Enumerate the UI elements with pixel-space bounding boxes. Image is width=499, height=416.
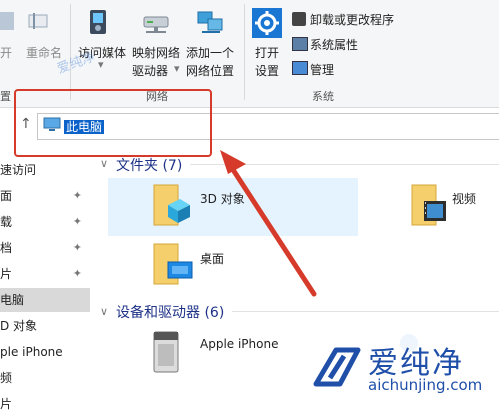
uninstall-icon [292, 12, 306, 26]
open-settings-line2[interactable]: 设置 [255, 62, 279, 79]
watermark-logo-icon [313, 347, 361, 387]
sidebar-item[interactable]: 片 [0, 392, 90, 416]
sidebar-item-label: 档 [0, 241, 13, 255]
open-button[interactable]: 开 [0, 44, 12, 61]
system-properties-button[interactable]: 系统属性 [310, 36, 358, 53]
uninstall-programs-button[interactable]: 卸载或更改程序 [310, 11, 394, 28]
item-videos[interactable]: 视频 [452, 190, 476, 207]
folder-3d-objects-icon [150, 183, 192, 229]
sidebar-item[interactable]: 电脑 [0, 288, 90, 312]
sidebar-item[interactable]: 面 ✦ [0, 184, 90, 208]
item-apple-iphone[interactable]: Apple iPhone [200, 337, 278, 351]
sidebar-item[interactable]: ple iPhone [0, 340, 90, 364]
sidebar-item-label: 电脑 [0, 293, 25, 307]
collapse-chevron-icon[interactable]: ∨ [100, 305, 108, 318]
watermark-logo: 爱纯净 aichunjing.com [302, 334, 497, 398]
folder-desktop-icon [150, 242, 194, 286]
sidebar-item[interactable]: 档 ✦ [0, 236, 90, 260]
map-drive-line2[interactable]: 驱动器 [132, 62, 168, 79]
pin-icon[interactable]: ✦ [73, 210, 82, 234]
pin-icon[interactable]: ✦ [73, 236, 82, 260]
sidebar-item[interactable]: 速访问 [0, 158, 90, 182]
sidebar-item-label: 速访问 [0, 163, 37, 177]
sidebar-item-label: 载 [0, 215, 13, 229]
manage-icon [292, 61, 308, 75]
system-properties-icon [292, 37, 308, 51]
group-label-system: 系统 [312, 90, 334, 103]
sidebar-item[interactable]: 频 [0, 366, 90, 390]
network-location-icon [196, 10, 226, 36]
sidebar-item-label: 片 [0, 267, 13, 281]
watermark-logo-url: aichunjing.com [368, 376, 483, 394]
annotation-arrow [220, 150, 317, 297]
sidebar-item[interactable]: 片 ✦ [0, 262, 90, 286]
open-icon [0, 12, 14, 30]
open-settings-line1[interactable]: 打开 [255, 44, 279, 61]
sidebar-item-label: 频 [0, 371, 13, 385]
highlight-box [14, 89, 212, 157]
rename-icon [28, 12, 50, 30]
folder-videos-icon [408, 183, 450, 229]
chevron-down-icon[interactable]: ▾ [98, 58, 104, 71]
add-location-line2[interactable]: 网络位置 [186, 62, 234, 79]
sidebar-item[interactable]: D 对象 [0, 314, 90, 338]
iphone-device-icon [152, 330, 180, 374]
pin-icon[interactable]: ✦ [73, 262, 82, 286]
sidebar-item[interactable]: 载 ✦ [0, 210, 90, 234]
sidebar-item-label: ple iPhone [0, 345, 63, 359]
ribbon-separator [244, 4, 245, 100]
map-drive-line1[interactable]: 映射网络 [132, 44, 180, 61]
chevron-down-icon[interactable]: ▾ [174, 62, 180, 75]
group-label-left: 置 [0, 90, 11, 103]
network-drive-icon [142, 14, 170, 36]
sidebar-item-label: D 对象 [0, 319, 38, 333]
sidebar-item-label: 片 [0, 397, 13, 411]
devices-section-title[interactable]: 设备和驱动器 (6) [116, 302, 224, 322]
collapse-chevron-icon[interactable]: ∨ [100, 157, 108, 170]
add-location-line1[interactable]: 添加一个 [186, 44, 234, 61]
pin-icon[interactable]: ✦ [73, 184, 82, 208]
sidebar-item-label: 面 [0, 189, 13, 203]
media-icon [88, 8, 110, 36]
settings-icon [252, 8, 282, 38]
manage-button[interactable]: 管理 [310, 61, 334, 78]
section-divider [232, 311, 499, 312]
folders-section-title[interactable]: 文件夹 (7) [116, 155, 182, 175]
